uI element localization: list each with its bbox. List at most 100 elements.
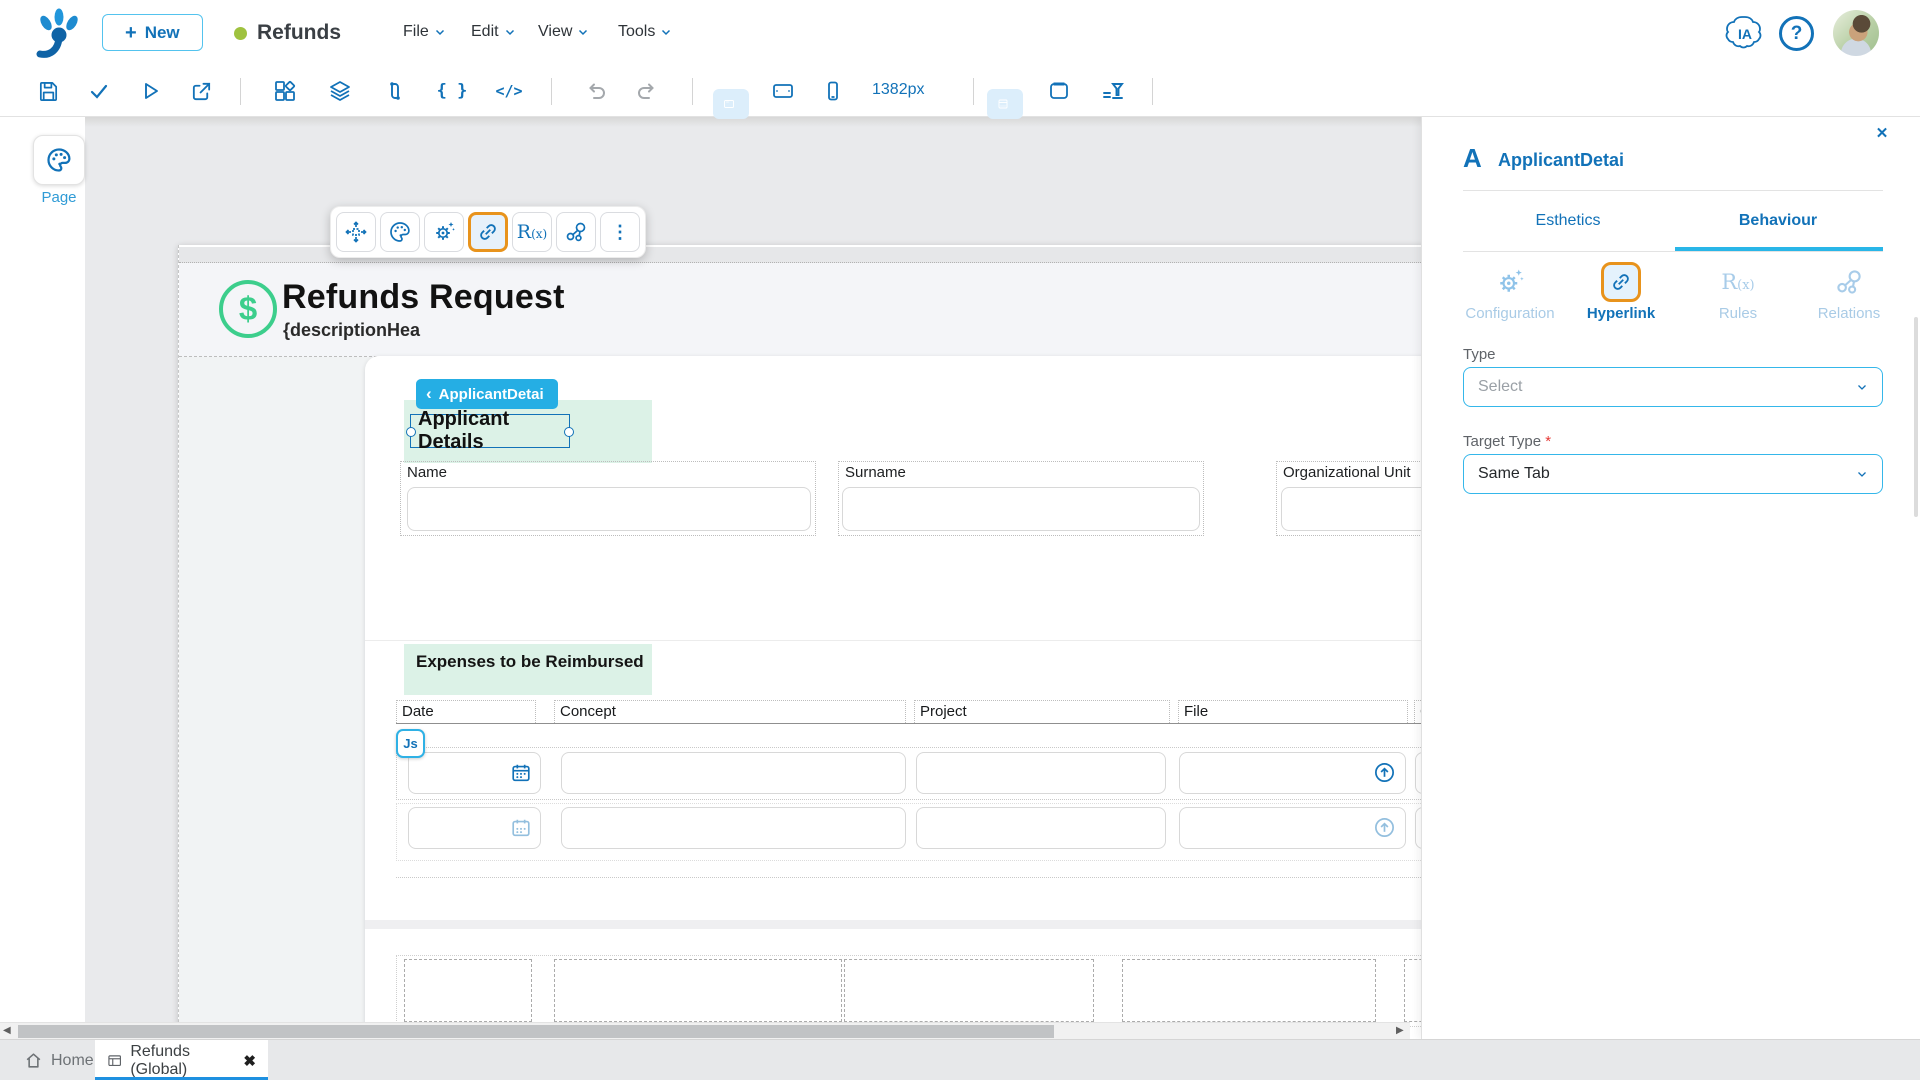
- toolbar-divider: [692, 78, 693, 105]
- name-input[interactable]: [407, 487, 811, 531]
- validate-button[interactable]: [81, 73, 117, 109]
- configuration-gear-button[interactable]: [424, 212, 464, 252]
- palette-icon: [47, 148, 71, 172]
- viewport-width-value[interactable]: 1382px: [872, 81, 925, 99]
- form-header-band[interactable]: $ Refunds Request {descriptionHea: [179, 263, 1507, 357]
- chevron-down-icon: [579, 29, 588, 36]
- canvas-horizontal-scrollbar[interactable]: ◀ ▶: [0, 1022, 1410, 1039]
- column-header-file[interactable]: File: [1178, 700, 1408, 723]
- menu-view[interactable]: View: [538, 23, 589, 41]
- section2-title[interactable]: Expenses to be Reimbursed: [416, 652, 644, 672]
- expenses-table-bottom-border: [396, 877, 1507, 878]
- new-button[interactable]: + New: [102, 14, 203, 51]
- app-header: + New Refunds File Edit View Tools IA ?: [0, 0, 1920, 66]
- project-input-row1[interactable]: [916, 752, 1166, 794]
- form-tab-icon: [108, 1054, 122, 1066]
- page-nav-label[interactable]: Page: [33, 189, 85, 206]
- file-input-row1[interactable]: [1179, 752, 1406, 794]
- scrollbar-thumb[interactable]: [18, 1025, 1054, 1038]
- braces-button[interactable]: { }: [434, 73, 470, 109]
- empty-grid-cell[interactable]: [1122, 959, 1376, 1022]
- container-button[interactable]: [1041, 73, 1077, 109]
- scroll-left-arrow[interactable]: ◀: [3, 1025, 11, 1036]
- page-esthetics-button[interactable]: [33, 135, 85, 185]
- panel-scrollbar[interactable]: [1914, 317, 1918, 517]
- help-button[interactable]: ?: [1779, 16, 1814, 51]
- desktop-view-button[interactable]: [713, 89, 749, 119]
- selection-handle-right[interactable]: [564, 427, 574, 437]
- upload-icon[interactable]: [1373, 761, 1396, 784]
- widget-floating-toolbar: R(x) ⋮: [330, 206, 646, 258]
- widgets-button[interactable]: [267, 73, 303, 109]
- target-type-select[interactable]: Same Tab: [1463, 454, 1883, 494]
- save-button[interactable]: [30, 73, 66, 109]
- relations-button[interactable]: [556, 212, 596, 252]
- js-script-badge[interactable]: Js: [396, 729, 425, 758]
- subtab-rules[interactable]: R(x) Rules: [1686, 263, 1790, 322]
- move-widget-button[interactable]: [336, 212, 376, 252]
- form-structure-button[interactable]: [987, 89, 1023, 119]
- rules-button[interactable]: R(x): [512, 212, 552, 252]
- toolbar-divider: [973, 78, 974, 105]
- subtab-hyperlink[interactable]: Hyperlink: [1569, 262, 1673, 322]
- menu-edit[interactable]: Edit: [471, 23, 516, 41]
- field-cell-surname[interactable]: Surname: [838, 461, 1204, 536]
- preview-play-button[interactable]: [132, 73, 168, 109]
- subtab-configuration[interactable]: Configuration: [1458, 263, 1562, 322]
- file-input-row2[interactable]: [1179, 807, 1406, 849]
- tab-home[interactable]: Home: [10, 1040, 108, 1080]
- panel-divider: [1463, 190, 1883, 191]
- surname-input[interactable]: [842, 487, 1200, 531]
- close-panel-icon[interactable]: ✕: [1869, 120, 1895, 146]
- hyperlink-button[interactable]: [468, 212, 508, 252]
- toolbar-divider: [551, 78, 552, 105]
- close-tab-icon[interactable]: ✖: [243, 1052, 256, 1070]
- redo-button[interactable]: [629, 73, 665, 109]
- menu-file[interactable]: File: [403, 23, 446, 41]
- form-subtitle[interactable]: {descriptionHea: [283, 320, 420, 341]
- project-input-row2[interactable]: [916, 807, 1166, 849]
- breadcrumb-chip[interactable]: ‹ ApplicantDetai: [416, 379, 558, 409]
- toolbar-divider: [240, 78, 241, 105]
- upload-icon[interactable]: [1373, 816, 1396, 839]
- menu-tools[interactable]: Tools: [618, 23, 672, 41]
- concept-input-row2[interactable]: [561, 807, 906, 849]
- tab-esthetics[interactable]: Esthetics: [1463, 212, 1673, 230]
- phone-view-button[interactable]: [815, 73, 851, 109]
- toolbar-divider: [1152, 78, 1153, 105]
- empty-grid-cell[interactable]: [844, 959, 1094, 1022]
- column-header-concept[interactable]: Concept: [554, 700, 906, 723]
- export-button[interactable]: [183, 73, 219, 109]
- user-avatar[interactable]: [1833, 10, 1879, 56]
- empty-grid-cell[interactable]: [404, 959, 532, 1022]
- column-header-date[interactable]: Date: [396, 700, 536, 723]
- app-logo[interactable]: [36, 8, 82, 60]
- scroll-right-arrow[interactable]: ▶: [1396, 1025, 1404, 1036]
- empty-grid-cell[interactable]: [554, 959, 842, 1022]
- ai-assistant-button[interactable]: IA: [1720, 13, 1770, 55]
- form-title[interactable]: Refunds Request: [282, 278, 565, 317]
- concept-input-row1[interactable]: [561, 752, 906, 794]
- type-select[interactable]: Select: [1463, 367, 1883, 407]
- tab-behaviour[interactable]: Behaviour: [1673, 212, 1883, 230]
- source-code-button[interactable]: </>: [491, 73, 527, 109]
- relations-icon: [1797, 263, 1901, 301]
- esthetics-palette-button[interactable]: [380, 212, 420, 252]
- column-header-project[interactable]: Project: [914, 700, 1170, 723]
- chevron-down-icon: [662, 29, 671, 36]
- more-options-button[interactable]: ⋮: [600, 212, 640, 252]
- undo-button[interactable]: [578, 73, 614, 109]
- selection-handle-left[interactable]: [406, 427, 416, 437]
- filter-sort-button[interactable]: [1095, 73, 1131, 109]
- subtab-relations[interactable]: Relations: [1797, 263, 1901, 322]
- field-cell-name[interactable]: Name: [400, 461, 816, 536]
- calendar-icon[interactable]: [510, 762, 532, 784]
- tablet-view-button[interactable]: [765, 73, 801, 109]
- selected-section-title[interactable]: Applicant Details: [406, 408, 574, 453]
- layers-button[interactable]: [322, 73, 358, 109]
- calendar-icon[interactable]: [510, 817, 532, 839]
- field-label: Organizational Unit: [1283, 464, 1411, 481]
- flow-connector-button[interactable]: [377, 73, 413, 109]
- chevron-down-icon: [435, 29, 444, 36]
- tab-refunds-global[interactable]: Refunds (Global) ✖: [95, 1040, 268, 1080]
